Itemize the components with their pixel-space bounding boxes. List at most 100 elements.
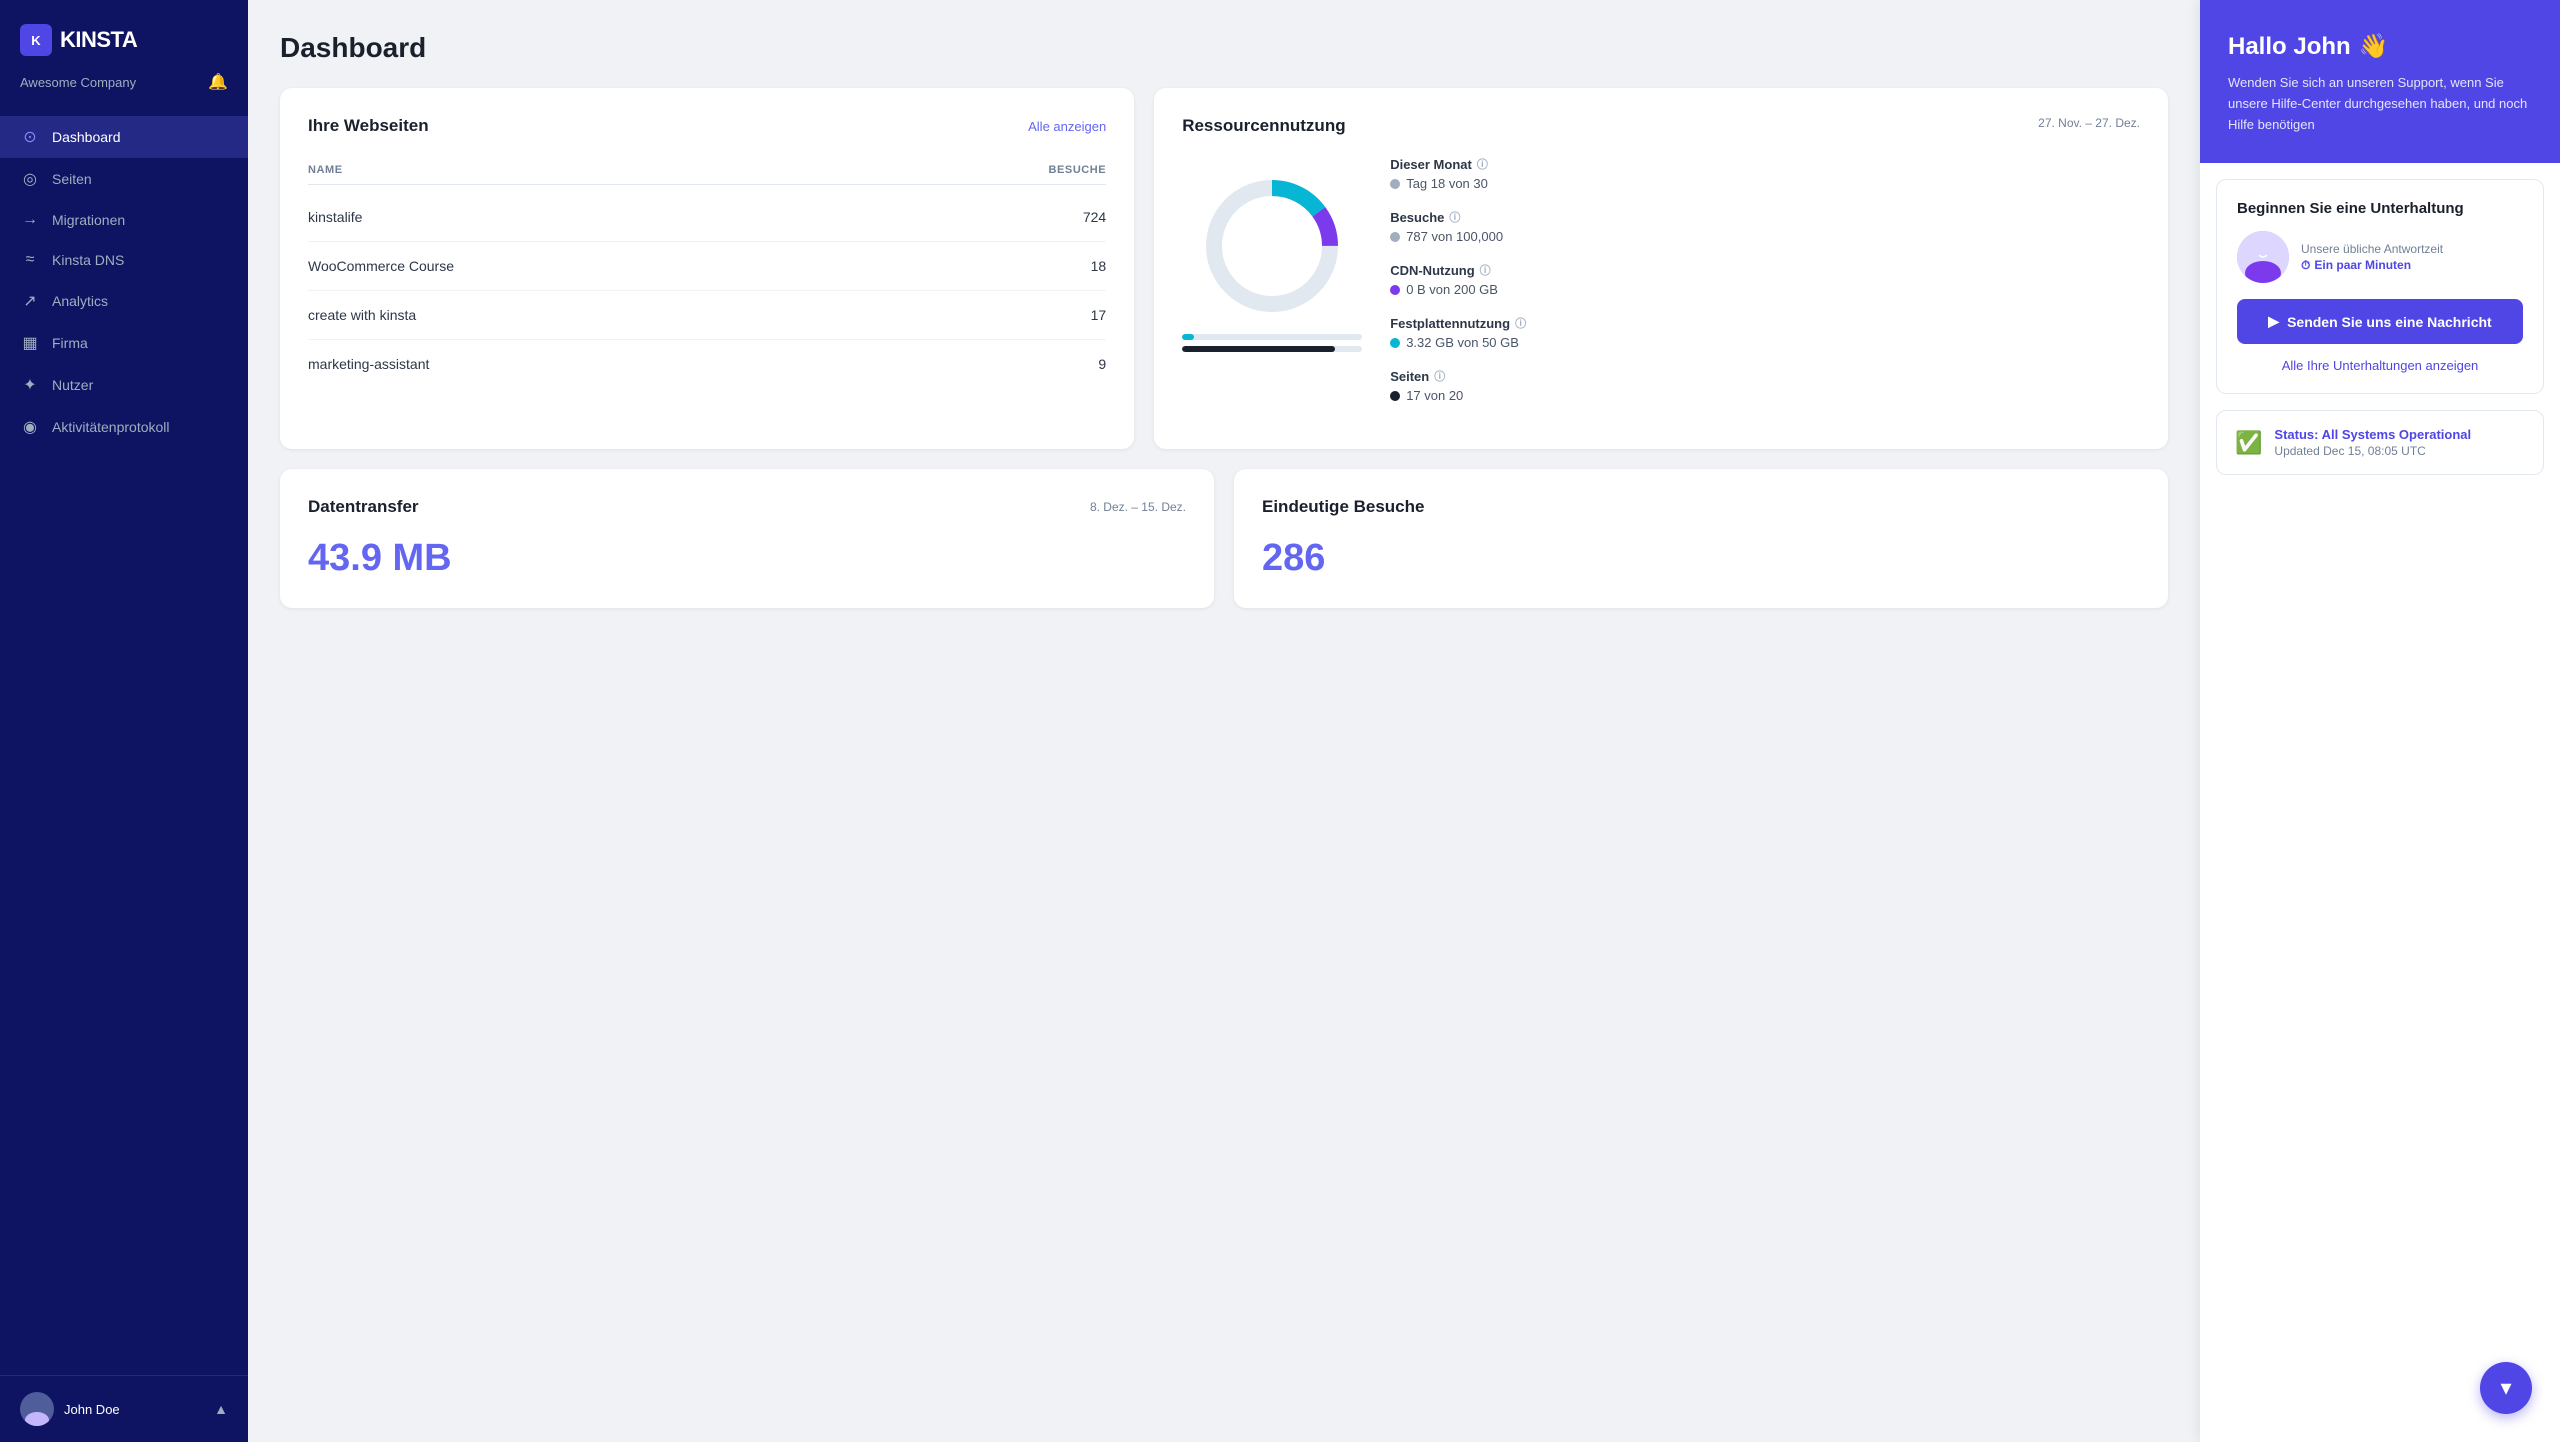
sidebar-item-firma[interactable]: ▦ Firma xyxy=(0,322,248,364)
datentransfer-date-range: 8. Dez. – 15. Dez. xyxy=(1090,500,1186,514)
info-icon[interactable]: ⓘ xyxy=(1434,368,1445,384)
panel-header: Hallo John 👋 Wenden Sie sich an unseren … xyxy=(2200,0,2560,163)
all-conversations-link[interactable]: Alle Ihre Unterhaltungen anzeigen xyxy=(2237,358,2523,373)
site-name: create with kinsta xyxy=(308,307,416,323)
stat-dot xyxy=(1390,232,1400,242)
chat-title: Beginnen Sie eine Unterhaltung xyxy=(2237,200,2523,217)
ressourcen-body: Dieser Monat ⓘ Tag 18 von 30 Besuche ⓘ 7… xyxy=(1182,156,2140,421)
status-check-icon: ✅ xyxy=(2235,430,2262,456)
stat-value: 787 von 100,000 xyxy=(1390,229,2140,244)
agent-time: ⏱ Ein paar Minuten xyxy=(2301,258,2523,273)
bell-icon[interactable]: 🔔 xyxy=(208,72,228,92)
stat-dot xyxy=(1390,285,1400,295)
send-message-button[interactable]: ▶ Senden Sie uns eine Nachricht xyxy=(2237,299,2523,344)
sidebar-item-seiten[interactable]: ◎ Seiten xyxy=(0,158,248,200)
stat-label: Seiten ⓘ xyxy=(1390,368,2140,384)
sidebar: K KINSTA Awesome Company 🔔 ⊙ Dashboard ◎ Se… xyxy=(0,0,248,1442)
site-visits: 724 xyxy=(1083,209,1106,225)
sidebar-item-dashboard[interactable]: ⊙ Dashboard xyxy=(0,116,248,158)
progress-bars xyxy=(1182,334,1362,352)
firma-icon: ▦ xyxy=(20,333,40,353)
besuche-title: Eindeutige Besuche xyxy=(1262,497,1424,517)
site-name: WooCommerce Course xyxy=(308,258,454,274)
datentransfer-title: Datentransfer xyxy=(308,497,419,517)
nutzer-label: Nutzer xyxy=(52,377,93,393)
sidebar-company: Awesome Company 🔔 xyxy=(0,68,248,108)
webseiten-card-header: Ihre Webseiten Alle anzeigen xyxy=(308,116,1106,136)
chat-section: Beginnen Sie eine Unterhaltung Unsere üb… xyxy=(2216,179,2544,394)
sidebar-item-kinsta-dns[interactable]: ≈ Kinsta DNS xyxy=(0,240,248,280)
bottom-cards-row: Datentransfer 8. Dez. – 15. Dez. 43.9 MB… xyxy=(280,469,2168,608)
main-content: Dashboard Ihre Webseiten Alle anzeigen N… xyxy=(248,0,2200,1442)
sidebar-item-aktivitaetsprotokoll[interactable]: ◉ Aktivitätenprotokoll xyxy=(0,406,248,448)
dashboard-icon: ⊙ xyxy=(20,127,40,147)
kinsta-dns-icon: ≈ xyxy=(20,251,40,269)
status-updated: Updated Dec 15, 08:05 UTC xyxy=(2274,444,2471,458)
fab-icon: ▾ xyxy=(2500,1375,2511,1401)
agent-time-text: Ein paar Minuten xyxy=(2314,258,2411,272)
info-icon[interactable]: ⓘ xyxy=(1449,209,1460,225)
sidebar-logo: K KINSTA xyxy=(0,0,248,68)
stat-dot xyxy=(1390,391,1400,401)
stat-dot xyxy=(1390,338,1400,348)
migrationen-label: Migrationen xyxy=(52,212,125,228)
datentransfer-value: 43.9 MB xyxy=(308,537,1186,580)
stat-besuche: Besuche ⓘ 787 von 100,000 xyxy=(1390,209,2140,244)
aktivitaetsprotokoll-label: Aktivitätenprotokoll xyxy=(52,419,170,435)
stat-value: 0 B von 200 GB xyxy=(1390,282,2140,297)
site-visits: 9 xyxy=(1098,356,1106,372)
avatar xyxy=(20,1392,54,1426)
chevron-up-icon[interactable]: ▲ xyxy=(214,1401,228,1417)
stat-seiten: Seiten ⓘ 17 von 20 xyxy=(1390,368,2140,403)
datentransfer-header: Datentransfer 8. Dez. – 15. Dez. xyxy=(308,497,1186,517)
nutzer-icon: ✦ xyxy=(20,375,40,395)
stat-festplatte: Festplattennutzung ⓘ 3.32 GB von 50 GB xyxy=(1390,315,2140,350)
sidebar-item-nutzer[interactable]: ✦ Nutzer xyxy=(0,364,248,406)
stat-label: Dieser Monat ⓘ xyxy=(1390,156,2140,172)
stat-cdn: CDN-Nutzung ⓘ 0 B von 200 GB xyxy=(1390,262,2140,297)
chat-agent: Unsere übliche Antwortzeit ⏱ Ein paar Mi… xyxy=(2237,231,2523,283)
info-icon[interactable]: ⓘ xyxy=(1480,262,1491,278)
user-name: John Doe xyxy=(64,1402,120,1417)
fab-button[interactable]: ▾ xyxy=(2480,1362,2532,1414)
ressourcen-card: Ressourcennutzung 27. Nov. – 27. Dez. xyxy=(1154,88,2168,449)
aktivitaetsprotokoll-icon: ◉ xyxy=(20,417,40,437)
send-icon: ▶ xyxy=(2268,313,2279,330)
stat-label: CDN-Nutzung ⓘ xyxy=(1390,262,2140,278)
logo-text: KINSTA xyxy=(60,27,137,53)
col-visits-label: BESUCHE xyxy=(1049,164,1107,176)
dashboard-label: Dashboard xyxy=(52,129,121,145)
datentransfer-card: Datentransfer 8. Dez. – 15. Dez. 43.9 MB xyxy=(280,469,1214,608)
sidebar-footer: John Doe ▲ xyxy=(0,1375,248,1442)
seiten-icon: ◎ xyxy=(20,169,40,189)
status-section: ✅ Status: All Systems Operational Update… xyxy=(2216,410,2544,475)
company-name: Awesome Company xyxy=(20,75,136,90)
seiten-label: Seiten xyxy=(52,171,92,187)
page-title: Dashboard xyxy=(280,32,2168,64)
analytics-label: Analytics xyxy=(52,293,108,309)
alle-anzeigen-link[interactable]: Alle anzeigen xyxy=(1028,119,1106,134)
sidebar-item-analytics[interactable]: ↗Analytics xyxy=(0,280,248,322)
sidebar-item-migrationen[interactable]: →Migrationen xyxy=(0,200,248,240)
site-name: kinstalife xyxy=(308,209,362,225)
stat-value: 3.32 GB von 50 GB xyxy=(1390,335,2140,350)
sidebar-nav: ⊙ Dashboard ◎ Seiten →Migrationen ≈ Kinsta DNS… xyxy=(0,108,248,1375)
firma-label: Firma xyxy=(52,335,88,351)
info-icon[interactable]: ⓘ xyxy=(1477,156,1488,172)
webseiten-card: Ihre Webseiten Alle anzeigen NAME BESUCH… xyxy=(280,88,1134,449)
besuche-value: 286 xyxy=(1262,537,2140,580)
panel-subtitle: Wenden Sie sich an unseren Support, wenn… xyxy=(2228,73,2532,135)
side-panel: Hallo John 👋 Wenden Sie sich an unseren … xyxy=(2200,0,2560,1442)
panel-greeting: Hallo John 👋 xyxy=(2228,32,2532,61)
stat-dot xyxy=(1390,179,1400,189)
status-info: Status: All Systems Operational Updated … xyxy=(2274,427,2471,458)
table-row: kinstalife 724 xyxy=(308,193,1106,242)
status-text: Status: All Systems Operational xyxy=(2274,427,2471,442)
stat-label: Besuche ⓘ xyxy=(1390,209,2140,225)
kinsta-dns-label: Kinsta DNS xyxy=(52,252,124,268)
agent-info: Unsere übliche Antwortzeit ⏱ Ein paar Mi… xyxy=(2301,242,2523,273)
ressourcen-date-range: 27. Nov. – 27. Dez. xyxy=(2038,116,2140,130)
info-icon[interactable]: ⓘ xyxy=(1515,315,1526,331)
user-info: John Doe xyxy=(20,1392,120,1426)
clock-icon: ⏱ xyxy=(2301,258,2310,273)
